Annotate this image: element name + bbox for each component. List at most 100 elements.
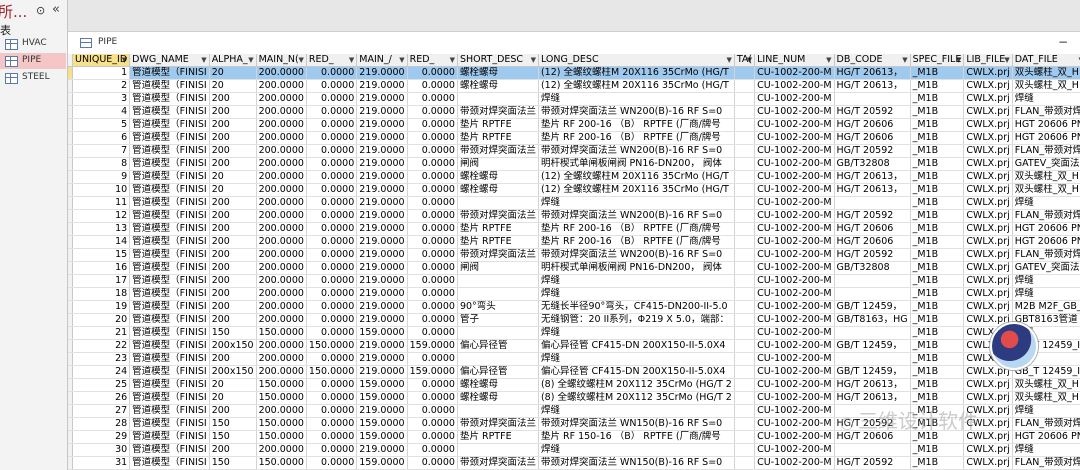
table-cell[interactable]: 150.0000 (256, 430, 307, 444)
table-cell[interactable]: 0.0000 (306, 183, 358, 197)
table-cell[interactable]: 0.0000 (407, 118, 458, 132)
table-cell[interactable]: 29 (72, 430, 131, 444)
table-cell[interactable]: 150 (209, 430, 257, 444)
table-cell[interactable]: 双头螺柱_双_H (1012, 183, 1080, 197)
table-cell[interactable]: CWLX.prj (963, 118, 1013, 132)
table-cell[interactable]: 200x150 (209, 365, 257, 379)
table-row[interactable]: 11 管道模型（FINISI 200 200.0000 0.0000 219.0000 0.… (68, 196, 1080, 210)
table-cell[interactable]: 90°弯头 (457, 300, 539, 314)
table-cell[interactable]: 焊缝 (1012, 274, 1080, 288)
table-cell[interactable]: 0.0000 (306, 209, 358, 223)
table-cell[interactable]: 219.0000 (356, 209, 408, 223)
table-cell[interactable]: 200.0000 (256, 196, 307, 210)
table-cell[interactable] (834, 352, 911, 366)
table-cell[interactable]: 150 (209, 456, 257, 470)
table-cell[interactable] (734, 92, 756, 106)
table-cell[interactable]: FLAN_带颈对焊 (1012, 209, 1080, 223)
table-cell[interactable]: 24 (72, 365, 131, 379)
sort-filter-icon[interactable]: ▼ (726, 54, 731, 66)
table-cell[interactable]: HG/T 20606 (834, 131, 911, 145)
table-cell[interactable]: 1 (72, 66, 131, 80)
table-cell[interactable]: CWLX.prj (963, 391, 1013, 405)
table-cell[interactable]: 管道模型（FINISI (129, 144, 210, 158)
table-cell[interactable]: CWLX.prj (963, 300, 1013, 314)
table-cell[interactable]: 150.0000 (306, 339, 358, 353)
column-header[interactable]: ▼ TA( (734, 54, 756, 67)
table-cell[interactable]: 200 (209, 261, 257, 275)
table-cell[interactable]: _M1B (910, 365, 965, 379)
table-cell[interactable]: 150.0000 (256, 456, 307, 470)
table-row[interactable]: 4 管道模型（FINISI 200 200.0000 0.0000 219.0000 0.0… (68, 105, 1080, 119)
table-cell[interactable] (734, 131, 756, 145)
table-row[interactable]: 31 管道模型（FINISI 150 150.0000 0.0000 159.0000 0.… (68, 456, 1080, 470)
table-cell[interactable]: _M1B (910, 248, 965, 262)
table-cell[interactable]: CWLX.prj (963, 79, 1013, 93)
table-cell[interactable]: _M1B (910, 443, 965, 457)
table-cell[interactable]: 12 (72, 209, 131, 223)
table-cell[interactable]: HG/T 20592 (834, 209, 911, 223)
table-cell[interactable]: HGT 20606 PN (1012, 118, 1080, 132)
table-cell[interactable]: 0.0000 (407, 105, 458, 119)
table-row[interactable]: 30 管道模型（FINISI 200 200.0000 0.0000 219.0000 0.… (68, 443, 1080, 457)
table-cell[interactable]: HG/T 20606 (834, 235, 911, 249)
nav-item-hvac[interactable]: HVAC (0, 36, 66, 52)
table-row[interactable]: 1 管道模型（FINISI 20 200.0000 0.0000 219.0000 0.00… (68, 66, 1080, 80)
table-cell[interactable]: 10 (72, 183, 131, 197)
table-cell[interactable]: 5 (72, 118, 131, 132)
table-row[interactable]: 10 管道模型（FINISI 20 200.0000 0.0000 219.0000 0.0… (68, 183, 1080, 197)
table-cell[interactable]: HG/T 20606 (834, 118, 911, 132)
table-cell[interactable]: CU-1002-200-M (754, 157, 835, 171)
table-cell[interactable]: 200 (209, 248, 257, 262)
table-cell[interactable]: 螺栓螺母 (457, 378, 539, 392)
table-cell[interactable]: 管道模型（FINISI (129, 326, 210, 340)
table-cell[interactable]: 200 (209, 404, 257, 418)
table-cell[interactable]: 管道模型（FINISI (129, 404, 210, 418)
table-cell[interactable]: 0.0000 (306, 404, 358, 418)
table-cell[interactable]: CU-1002-200-M (754, 118, 835, 132)
table-cell[interactable]: 管道模型（FINISI (129, 456, 210, 470)
table-cell[interactable]: _M1B (910, 300, 965, 314)
table-row[interactable]: 18 管道模型（FINISI 200 200.0000 0.0000 219.0000 0.… (68, 287, 1080, 301)
table-cell[interactable]: CU-1002-200-M (754, 404, 835, 418)
table-cell[interactable]: (12) 全螺纹螺柱M 20X116 35CrMo (HG/T (538, 79, 735, 93)
table-cell[interactable]: 偏心异径管 CF415-DN 200X150-II-5.0X4 (538, 365, 735, 379)
table-cell[interactable]: 200.0000 (256, 92, 307, 106)
table-cell[interactable]: 25 (72, 378, 131, 392)
column-header[interactable]: ▼DAT_FILE (1012, 54, 1080, 67)
table-cell[interactable]: 双头螺柱_双_H (1012, 66, 1080, 80)
table-cell[interactable] (734, 209, 756, 223)
table-cell[interactable]: 219.0000 (356, 339, 408, 353)
table-cell[interactable]: 0.0000 (306, 261, 358, 275)
sort-filter-icon[interactable]: ▼ (826, 54, 831, 66)
table-cell[interactable]: HG/T 20613， (834, 378, 911, 392)
table-cell[interactable]: 159.0000 (407, 365, 458, 379)
table-cell[interactable]: 6 (72, 131, 131, 145)
table-cell[interactable]: 双头螺柱_双_H (1012, 79, 1080, 93)
table-cell[interactable]: CWLX.prj (963, 235, 1013, 249)
table-cell[interactable]: CU-1002-200-M (754, 105, 835, 119)
table-cell[interactable]: 0.0000 (306, 287, 358, 301)
table-cell[interactable]: CU-1002-200-M (754, 417, 835, 431)
table-cell[interactable]: 200.0000 (256, 313, 307, 327)
table-cell[interactable]: 20 (209, 79, 257, 93)
table-cell[interactable]: CWLX.prj (963, 92, 1013, 106)
table-cell[interactable]: FLAN_带颈对焊 (1012, 144, 1080, 158)
table-cell[interactable]: 28 (72, 417, 131, 431)
table-cell[interactable]: 带颈对焊突面法兰 (457, 105, 539, 119)
table-cell[interactable]: CWLX.prj (963, 274, 1013, 288)
table-cell[interactable] (734, 248, 756, 262)
table-cell[interactable]: GB/T32808 (834, 157, 911, 171)
table-row[interactable]: 14 管道模型（FINISI 200 200.0000 0.0000 219.0000 0.… (68, 235, 1080, 249)
table-cell[interactable]: 管道模型（FINISI (129, 235, 210, 249)
table-cell[interactable]: 管道模型（FINISI (129, 118, 210, 132)
table-cell[interactable]: (8) 全螺纹螺柱M 20X112 35CrMo (HG/T 2 (538, 391, 735, 405)
table-cell[interactable]: CWLX.prj (963, 248, 1013, 262)
table-cell[interactable]: 20 (209, 66, 257, 80)
table-cell[interactable]: 0.0000 (407, 326, 458, 340)
table-cell[interactable]: CU-1002-200-M (754, 79, 835, 93)
table-cell[interactable]: 管道模型（FINISI (129, 170, 210, 184)
table-cell[interactable]: 15 (72, 248, 131, 262)
table-cell[interactable] (734, 66, 756, 80)
table-cell[interactable]: 带颈对焊突面法兰 WN150(B)-16 RF S=0 (538, 456, 735, 470)
table-cell[interactable]: CWLX.prj (963, 261, 1013, 275)
